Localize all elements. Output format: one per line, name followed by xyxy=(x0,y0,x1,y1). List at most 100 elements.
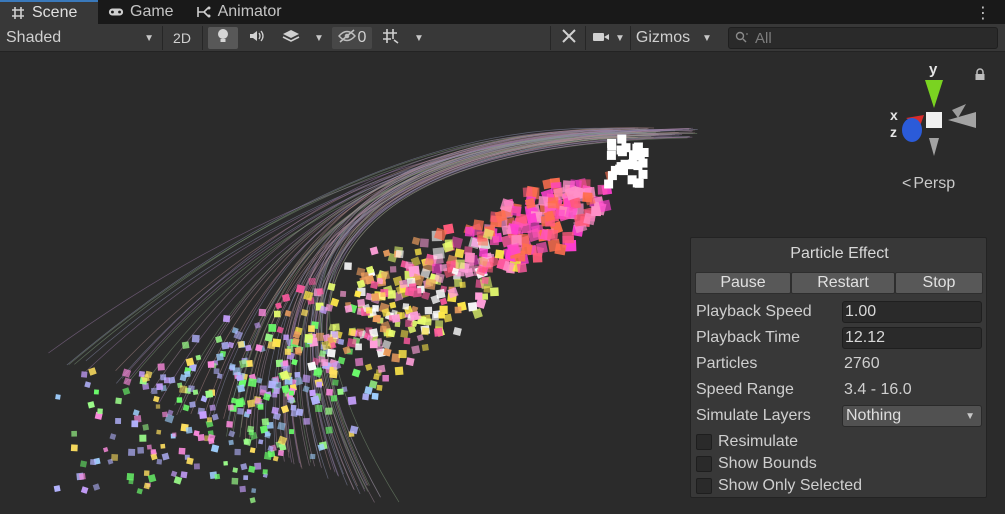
particle xyxy=(205,390,214,399)
particle xyxy=(547,229,559,241)
particle xyxy=(366,307,373,314)
particle xyxy=(122,387,131,396)
camera-button[interactable] xyxy=(588,27,614,49)
particle xyxy=(344,304,353,313)
particle xyxy=(344,262,352,270)
particle xyxy=(156,429,162,435)
particle xyxy=(97,408,103,415)
particle xyxy=(357,298,366,308)
particle xyxy=(261,418,270,426)
tab-scene[interactable]: Scene xyxy=(0,0,98,24)
show-only-selected-row[interactable]: Show Only Selected xyxy=(696,477,862,495)
grid-toggle-button[interactable] xyxy=(376,27,406,49)
search-input[interactable]: All xyxy=(728,27,998,49)
2d-toggle-button[interactable]: 2D xyxy=(168,27,196,49)
particle xyxy=(246,409,252,415)
particle xyxy=(211,413,219,421)
particle xyxy=(178,447,186,455)
projection-label: Persp xyxy=(913,175,956,192)
neg-y-axis-cone[interactable] xyxy=(929,138,939,156)
particle xyxy=(184,370,191,378)
resimulate-row[interactable]: Resimulate xyxy=(696,433,798,451)
stop-button[interactable]: Stop xyxy=(895,272,983,294)
tab-game-label: Game xyxy=(130,3,174,20)
tab-animator[interactable]: Animator xyxy=(186,0,294,24)
particle xyxy=(223,461,228,466)
particle xyxy=(131,420,139,428)
particle xyxy=(191,334,200,343)
particle xyxy=(206,417,212,423)
show-bounds-row[interactable]: Show Bounds xyxy=(696,455,817,473)
playback-time-field[interactable]: 12.12 xyxy=(842,327,982,349)
particle xyxy=(162,411,168,418)
particle xyxy=(354,357,364,367)
particle xyxy=(316,381,323,388)
particle xyxy=(90,459,96,466)
window-tab-bar: Scene Game Animator ⋮ xyxy=(0,0,1005,24)
particle xyxy=(489,287,499,297)
y-axis-cone[interactable] xyxy=(925,80,943,108)
restart-button[interactable]: Restart xyxy=(791,272,895,294)
neg-x-axis-cone[interactable] xyxy=(948,112,976,128)
particle xyxy=(267,340,277,350)
orientation-gizmo[interactable]: y x z xyxy=(884,60,984,170)
simulate-layers-dropdown[interactable]: Nothing ▼ xyxy=(842,405,982,427)
playback-speed-field[interactable]: 1.00 xyxy=(842,301,982,323)
particle xyxy=(155,404,161,409)
lock-icon[interactable] xyxy=(974,68,986,85)
simulate-layers-value: Nothing xyxy=(846,407,902,424)
particle xyxy=(309,389,316,397)
particle xyxy=(213,368,220,375)
particle xyxy=(126,473,135,481)
particle xyxy=(337,388,344,395)
particle xyxy=(362,393,370,401)
camera-dropdown[interactable]: ▼ xyxy=(612,27,628,49)
particle-effect-panel: Particle Effect Pause Restart Stop Playb… xyxy=(690,237,987,498)
particle xyxy=(249,447,256,454)
particle-emitter xyxy=(604,134,649,189)
emitter-particle xyxy=(606,150,616,160)
grid-dropdown[interactable]: ▼ xyxy=(409,27,429,49)
particle xyxy=(102,447,109,453)
playback-speed-value: 1.00 xyxy=(845,303,877,320)
particle xyxy=(394,366,404,376)
lighting-toggle-button[interactable] xyxy=(208,27,238,49)
particle xyxy=(315,404,323,413)
particle xyxy=(244,344,252,352)
emitter-particle xyxy=(619,166,628,176)
toolbar-divider xyxy=(585,26,586,50)
particle xyxy=(168,376,176,384)
gizmo-center-cube[interactable] xyxy=(926,112,942,128)
tab-game[interactable]: Game xyxy=(98,0,186,24)
gizmos-dropdown[interactable]: ▼ xyxy=(697,27,717,49)
particle xyxy=(405,319,413,328)
resimulate-label: Resimulate xyxy=(718,433,799,450)
tools-button[interactable] xyxy=(556,27,582,49)
particle xyxy=(70,444,78,452)
audio-toggle-button[interactable] xyxy=(242,27,272,49)
particles-label: Particles xyxy=(696,355,758,372)
particle xyxy=(416,334,424,342)
show-bounds-checkbox[interactable] xyxy=(696,456,712,472)
projection-toggle[interactable]: < Persp xyxy=(902,175,955,193)
pause-button[interactable]: Pause xyxy=(695,272,791,294)
restart-button-label: Restart xyxy=(817,274,869,291)
search-icon xyxy=(735,30,749,47)
show-only-selected-checkbox[interactable] xyxy=(696,478,712,494)
gizmos-button[interactable]: Gizmos xyxy=(633,27,693,49)
particle xyxy=(494,249,505,259)
particle xyxy=(197,434,205,442)
shading-mode-dropdown[interactable]: Shaded ▼ xyxy=(0,27,160,49)
effects-toggle-button[interactable] xyxy=(276,27,306,49)
more-options-icon[interactable]: ⋮ xyxy=(975,3,991,23)
resimulate-checkbox[interactable] xyxy=(696,434,712,450)
particle xyxy=(181,341,190,350)
effects-dropdown[interactable]: ▼ xyxy=(309,27,329,49)
particle xyxy=(402,303,410,310)
particle xyxy=(380,270,391,280)
hidden-objects-toggle[interactable]: 0 xyxy=(332,27,372,49)
particle xyxy=(230,397,237,404)
chevron-down-icon: ▼ xyxy=(702,32,712,44)
show-only-selected-label: Show Only Selected xyxy=(718,477,863,494)
z-axis-cone[interactable] xyxy=(902,118,922,142)
